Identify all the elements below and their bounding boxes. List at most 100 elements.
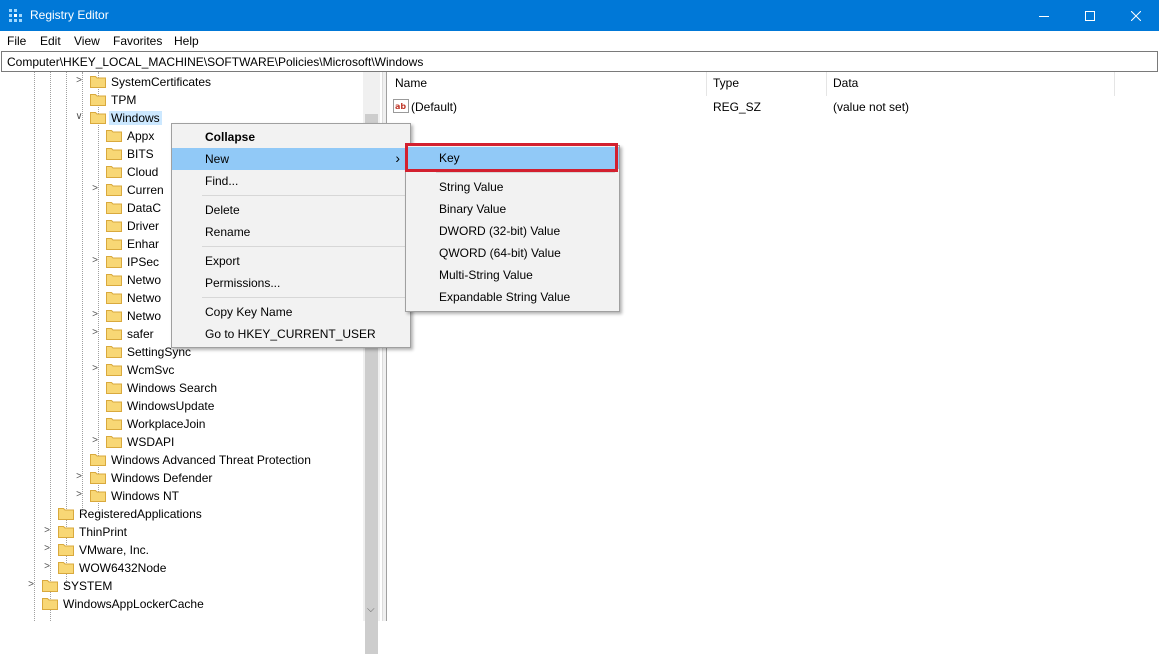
chevron-right-icon[interactable]: > [90, 435, 100, 446]
folder-icon [106, 184, 122, 196]
chevron-right-icon[interactable]: > [42, 525, 52, 536]
menu-item-label: String Value [439, 180, 504, 194]
submenu-item-dword-32-bit-value[interactable]: DWORD (32-bit) Value [406, 220, 619, 242]
tree-node[interactable]: > SystemCertificates [0, 73, 362, 91]
folder-icon [106, 148, 122, 160]
tree-node[interactable]: > Windows Defender [0, 469, 362, 487]
menu-item-export[interactable]: Export [172, 250, 410, 272]
tree-node[interactable]: > WSDAPI [0, 433, 362, 451]
submenu-item-expandable-string-value[interactable]: Expandable String Value [406, 286, 619, 308]
menu-item-permissions[interactable]: Permissions... [172, 272, 410, 294]
tree-node[interactable]: WindowsUpdate [0, 397, 362, 415]
tree-node[interactable]: TPM [0, 91, 362, 109]
chevron-right-icon[interactable]: > [42, 561, 52, 572]
chevron-right-icon[interactable]: > [26, 579, 36, 590]
tree-node[interactable]: > WOW6432Node [0, 559, 362, 577]
menu-item-label: New [205, 152, 230, 166]
tree-node-label: WorkplaceJoin [127, 417, 206, 431]
menu-favorites[interactable]: Favorites [113, 34, 162, 48]
reg-sz-ab-icon: ab [393, 99, 409, 113]
chevron-right-icon[interactable]: > [90, 363, 100, 374]
folder-icon [106, 310, 122, 322]
close-icon [1131, 10, 1141, 21]
tree-node-label: BITS [127, 147, 154, 161]
menu-item-label: Binary Value [439, 202, 507, 216]
menu-item-go-to-hkey-current-user[interactable]: Go to HKEY_CURRENT_USER [172, 323, 410, 345]
scroll-down-icon[interactable]: ⌵ [367, 604, 375, 615]
folder-icon [106, 382, 122, 394]
tree-node[interactable]: > Windows NT [0, 487, 362, 505]
tree-node-label: Enhar [127, 237, 160, 251]
chevron-right-icon[interactable]: > [42, 543, 52, 554]
value-data: (value not set) [833, 100, 910, 114]
folder-icon [106, 436, 122, 448]
submenu-item-string-value[interactable]: String Value [406, 176, 619, 198]
tree-node[interactable]: > WcmSvc [0, 361, 362, 379]
menu-item-label: Find... [205, 174, 239, 188]
menu-item-find[interactable]: Find... [172, 170, 410, 192]
menu-separator [202, 195, 406, 196]
submenu-item-binary-value[interactable]: Binary Value [406, 198, 619, 220]
column-header-name[interactable]: Name [395, 76, 427, 90]
tree-node[interactable]: Windows Search [0, 379, 362, 397]
menu-item-copy-key-name[interactable]: Copy Key Name [172, 301, 410, 323]
folder-icon [90, 112, 106, 124]
chevron-right-icon[interactable]: > [74, 75, 84, 86]
column-divider[interactable] [826, 72, 827, 96]
tree-node[interactable]: > VMware, Inc. [0, 541, 362, 559]
chevron-right-icon[interactable]: > [74, 489, 84, 500]
submenu-item-multi-string-value[interactable]: Multi-String Value [406, 264, 619, 286]
menu-item-new[interactable]: New › [172, 148, 410, 170]
maximize-button[interactable] [1067, 0, 1113, 31]
column-header-type[interactable]: Type [713, 76, 739, 90]
folder-icon [106, 346, 122, 358]
chevron-right-icon[interactable]: > [90, 255, 100, 266]
address-bar[interactable]: Computer\HKEY_LOCAL_MACHINE\SOFTWARE\Pol… [1, 51, 1158, 72]
tree-node[interactable]: WorkplaceJoin [0, 415, 362, 433]
folder-icon [106, 130, 122, 142]
folder-icon [106, 166, 122, 178]
menu-item-label: Export [205, 254, 240, 268]
folder-icon [106, 256, 122, 268]
tree-node-label: ThinPrint [79, 525, 128, 539]
menu-item-rename[interactable]: Rename [172, 221, 410, 243]
folder-icon [58, 508, 74, 520]
minimize-button[interactable] [1021, 0, 1067, 31]
chevron-right-icon[interactable]: > [90, 309, 100, 320]
tree-node-label: RegisteredApplications [79, 507, 202, 521]
close-button[interactable] [1113, 0, 1159, 31]
tree-node[interactable]: RegisteredApplications [0, 505, 362, 523]
tree-node[interactable]: > SYSTEM [0, 577, 362, 595]
menu-bar: File Edit View Favorites Help [0, 31, 1159, 51]
tree-node-label: Windows NT [111, 489, 180, 503]
menu-separator [202, 246, 406, 247]
folder-icon [90, 94, 106, 106]
column-divider[interactable] [706, 72, 707, 96]
menu-help[interactable]: Help [174, 34, 199, 48]
menu-item-label: Expandable String Value [439, 290, 571, 304]
chevron-down-icon[interactable]: ∨ [74, 111, 84, 122]
chevron-right-icon[interactable]: > [90, 183, 100, 194]
folder-icon [90, 472, 106, 484]
column-header-data[interactable]: Data [833, 76, 858, 90]
column-divider[interactable] [1114, 72, 1115, 96]
tree-node[interactable]: > ThinPrint [0, 523, 362, 541]
folder-icon [90, 490, 106, 502]
menu-item-collapse[interactable]: Collapse [172, 126, 410, 148]
menu-view[interactable]: View [74, 34, 100, 48]
menu-edit[interactable]: Edit [40, 34, 61, 48]
chevron-right-icon[interactable]: > [90, 327, 100, 338]
tree-node[interactable]: WindowsAppLockerCache [0, 595, 362, 613]
maximize-icon [1085, 10, 1095, 21]
menu-item-label: Delete [205, 203, 240, 217]
registry-editor-icon [9, 9, 22, 22]
menu-item-delete[interactable]: Delete [172, 199, 410, 221]
menu-item-label: DWORD (32-bit) Value [439, 224, 561, 238]
tree-node-label: WcmSvc [127, 363, 175, 377]
menu-file[interactable]: File [7, 34, 26, 48]
tree-node[interactable]: Windows Advanced Threat Protection [0, 451, 362, 469]
tree-node-label: Windows Advanced Threat Protection [111, 453, 311, 467]
chevron-right-icon[interactable]: > [74, 471, 84, 482]
submenu-item-qword-64-bit-value[interactable]: QWORD (64-bit) Value [406, 242, 619, 264]
menu-item-label: Collapse [205, 130, 256, 144]
